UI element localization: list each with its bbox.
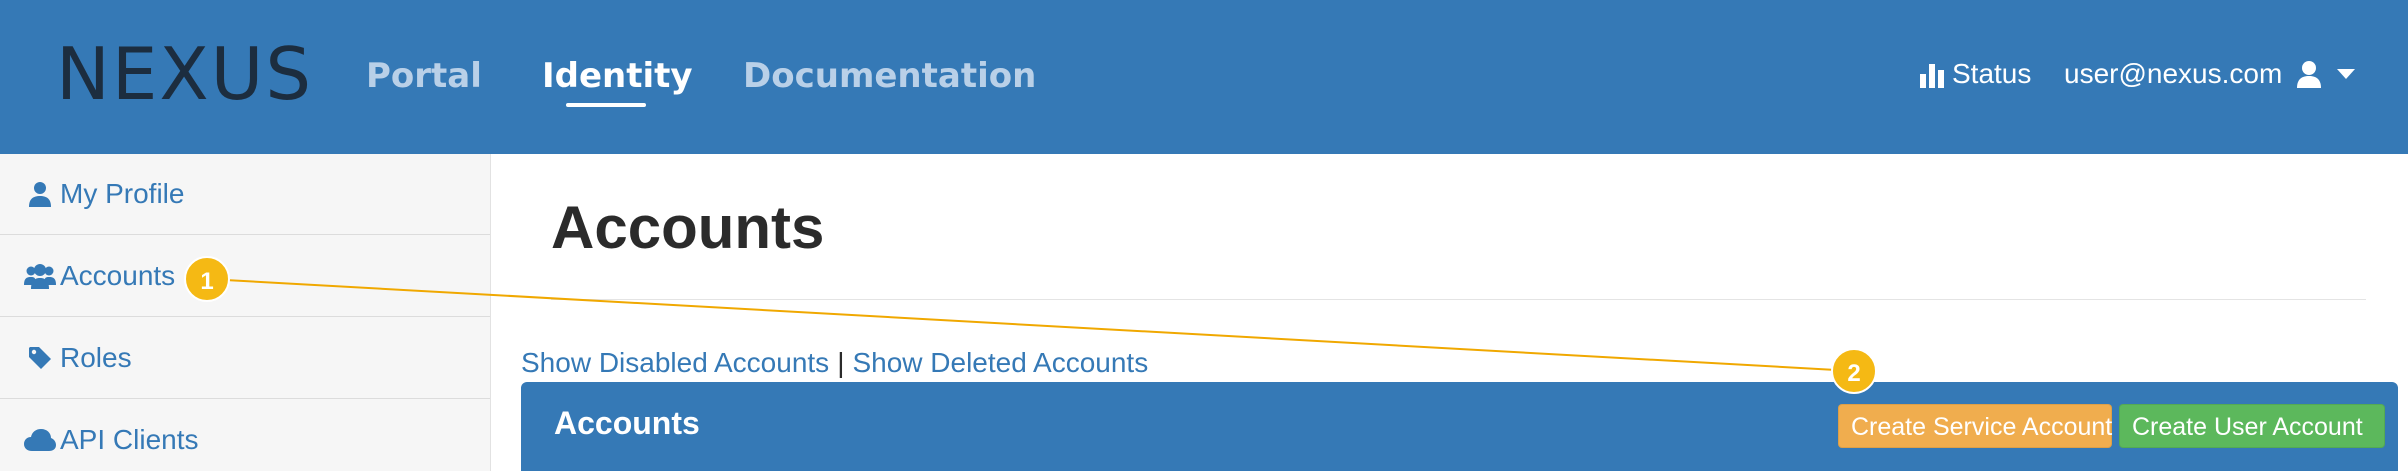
sidebar-item-label: API Clients	[60, 424, 199, 455]
panel-title: Accounts	[554, 405, 700, 441]
nav-documentation[interactable]: Documentation	[743, 54, 1036, 98]
title-divider	[551, 299, 2366, 300]
nexus-logo[interactable]: NEXUS	[56, 34, 313, 114]
users-icon	[24, 261, 56, 291]
sidebar-item-label: Roles	[60, 342, 132, 373]
account-filter-links: Show Disabled Accounts | Show Deleted Acco…	[521, 344, 1148, 382]
sidebar-item-label: My Profile	[60, 178, 185, 209]
page-title: Accounts	[551, 194, 825, 261]
show-disabled-accounts-link[interactable]: Show Disabled Accounts	[521, 347, 829, 378]
nav-identity[interactable]: Identity	[542, 54, 693, 98]
sidebar-item-accounts[interactable]: Accounts	[0, 236, 490, 317]
filter-separator: |	[837, 347, 845, 378]
user-icon	[24, 179, 56, 209]
bar-chart-icon	[1920, 64, 1944, 88]
nav-portal[interactable]: Portal	[366, 54, 482, 98]
user-menu[interactable]: user@nexus.com	[2064, 54, 2356, 94]
tag-icon	[24, 343, 56, 373]
user-email: user@nexus.com	[2064, 58, 2283, 89]
status-label: Status	[1952, 58, 2032, 89]
create-service-account-button[interactable]: Create Service Account	[1838, 404, 2112, 448]
sidebar-item-label: Accounts	[60, 260, 176, 291]
sidebar-item-roles[interactable]: Roles	[0, 318, 490, 399]
sidebar-item-my-profile[interactable]: My Profile	[0, 154, 490, 235]
show-deleted-accounts-link[interactable]: Show Deleted Accounts	[852, 347, 1148, 378]
status-link[interactable]: Status	[1918, 54, 2031, 94]
sidebar: My Profile Accounts Roles API Clients	[0, 154, 491, 471]
caret-down-icon	[2337, 69, 2356, 79]
top-navbar: NEXUS Portal Identity Documentation Stat…	[0, 0, 2408, 154]
sidebar-item-api-clients[interactable]: API Clients	[0, 400, 490, 471]
cloud-icon	[24, 425, 56, 455]
user-icon	[2297, 61, 2322, 88]
accounts-panel-header: Accounts Create Service Account Create U…	[521, 382, 2398, 471]
nav-active-indicator	[566, 103, 646, 107]
create-user-account-button[interactable]: Create User Account	[2119, 404, 2385, 448]
